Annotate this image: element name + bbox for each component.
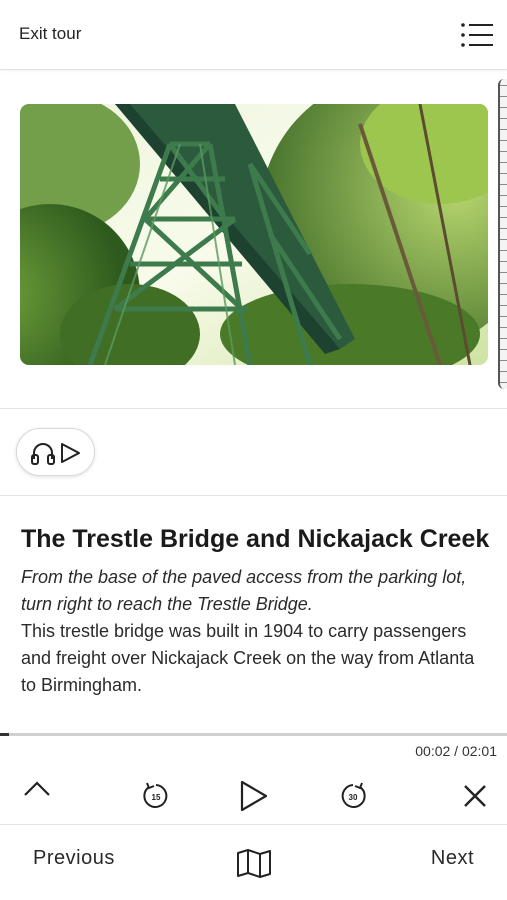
progress-fill (0, 733, 9, 736)
rewind-15-icon[interactable]: 15 (141, 781, 171, 811)
map-icon[interactable] (236, 848, 272, 878)
previous-button[interactable]: Previous (33, 847, 115, 870)
top-bar: Exit tour (0, 0, 507, 70)
headphones-play-icon (31, 443, 80, 465)
audio-section (0, 410, 507, 496)
stop-content: The Trestle Bridge and Nickajack Creek F… (21, 524, 491, 699)
forward-30-icon[interactable]: 30 (338, 781, 368, 811)
bottom-nav: Previous Next (0, 824, 507, 900)
next-slide-peek[interactable] (498, 79, 507, 389)
playback-time: 00:02 / 02:01 (415, 743, 497, 759)
exit-tour-link[interactable]: Exit tour (19, 24, 81, 44)
stop-description: This trestle bridge was built in 1904 to… (21, 621, 475, 695)
audio-player: 00:02 / 02:01 15 30 (0, 731, 507, 824)
play-icon[interactable] (238, 779, 270, 813)
rewind-seconds: 15 (152, 793, 161, 802)
stop-directions: From the base of the paved access from t… (21, 567, 467, 614)
image-carousel[interactable] (0, 71, 507, 409)
list-menu-icon[interactable] (460, 22, 494, 48)
play-audio-button[interactable] (16, 428, 95, 476)
chevron-up-icon[interactable] (22, 777, 52, 801)
forward-seconds: 30 (349, 793, 358, 802)
stop-title: The Trestle Bridge and Nickajack Creek (21, 525, 490, 553)
progress-bar[interactable] (0, 733, 507, 736)
close-icon[interactable] (462, 783, 488, 809)
next-button[interactable]: Next (431, 847, 474, 870)
bridge-photo (20, 104, 488, 365)
